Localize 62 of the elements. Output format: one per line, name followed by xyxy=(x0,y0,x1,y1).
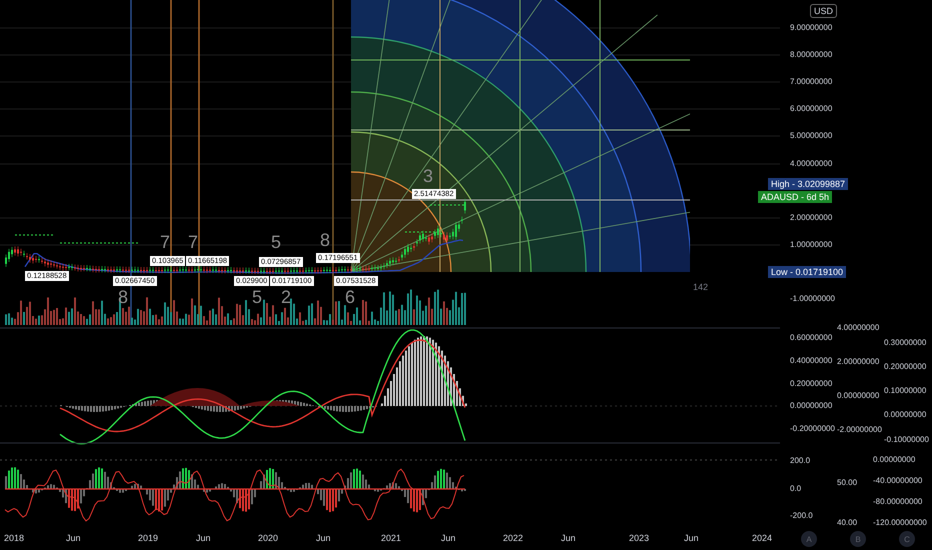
cycle-number: 2 xyxy=(281,287,292,307)
axis-label: 4.00000000 xyxy=(790,159,832,169)
cycle-number: 5 xyxy=(252,287,262,307)
axis-label: 0.00000000 xyxy=(790,401,832,411)
cycle-number: 3 xyxy=(423,166,434,186)
currency-label: USD xyxy=(810,4,838,18)
time-axis-label: Jun xyxy=(561,533,576,543)
axis-label: 0.00000000 xyxy=(884,410,926,420)
axis-label: 40.00 xyxy=(837,518,858,528)
axis-label: -0.10000000 xyxy=(884,435,929,445)
time-axis-label: 2019 xyxy=(138,533,158,543)
time-axis-label: 2018 xyxy=(4,533,24,543)
axis-label: 6.00000000 xyxy=(790,104,832,114)
axis-label: -0.20000000 xyxy=(790,424,835,434)
scale-button[interactable]: B xyxy=(850,531,866,547)
axis-label: 2.00000000 xyxy=(837,357,880,367)
time-axis-label: 2020 xyxy=(258,533,278,543)
axis-label: 8.00000000 xyxy=(790,50,832,60)
axis-label: 1.00000000 xyxy=(790,240,832,250)
axis-label: 7.00000000 xyxy=(790,77,832,87)
time-axis-label: Jun xyxy=(316,533,331,543)
cycle-number: 5 xyxy=(271,232,282,252)
axis-label: 0.20000000 xyxy=(790,379,832,389)
axis-label: 0.00000000 xyxy=(873,455,916,465)
scale-button[interactable]: C xyxy=(899,531,915,547)
cycle-number: 6 xyxy=(345,287,356,307)
axis-label: 2.00000000 xyxy=(790,213,832,223)
time-axis-label: Jun xyxy=(441,533,456,543)
bar-count-label: 142 xyxy=(693,282,708,292)
axis-label: -120.00000000 xyxy=(873,518,927,528)
axis-label: 0.0 xyxy=(790,484,802,494)
axis-label: -200.0 xyxy=(790,511,813,521)
axis-label: 0.60000000 xyxy=(790,333,832,343)
axis-label: 0.20000000 xyxy=(884,362,926,372)
axis-label: 4.00000000 xyxy=(837,323,880,333)
axis-label: -1.00000000 xyxy=(790,294,835,304)
price-tag: High - 3.02099887 xyxy=(768,178,848,190)
cycle-number: 8 xyxy=(118,287,128,307)
axis-label: 0.00000000 xyxy=(837,391,880,401)
scale-button[interactable]: A xyxy=(801,531,817,547)
time-axis-label: Jun xyxy=(196,533,211,543)
time-axis-label: 2023 xyxy=(629,533,650,543)
price-tag: Low - 0.01719100 xyxy=(768,266,846,278)
axis-label: 200.0 xyxy=(790,456,810,466)
time-axis-label: Jun xyxy=(66,533,81,543)
time-axis-label: 2024 xyxy=(752,533,772,543)
price-tag: ADAUSD - 6d 5h xyxy=(758,191,832,203)
axis-label: 5.00000000 xyxy=(790,131,832,141)
axis-label: 0.30000000 xyxy=(884,338,926,348)
axis-label: -80.00000000 xyxy=(873,497,922,507)
time-axis-label: 2022 xyxy=(503,533,524,543)
time-axis-label: 2021 xyxy=(381,533,402,543)
axis-label: -2.00000000 xyxy=(837,425,882,435)
axis-label: 0.10000000 xyxy=(884,386,926,396)
axis-label: 0.40000000 xyxy=(790,356,832,366)
axis-label: 50.00 xyxy=(837,478,858,488)
time-axis-label: Jun xyxy=(684,533,699,543)
cycle-number: 7 xyxy=(188,232,198,252)
axis-label: 9.00000000 xyxy=(790,23,832,33)
cycle-number: 8 xyxy=(320,230,330,250)
axis-label: -40.00000000 xyxy=(873,476,922,486)
cycle-number: 7 xyxy=(160,232,170,252)
